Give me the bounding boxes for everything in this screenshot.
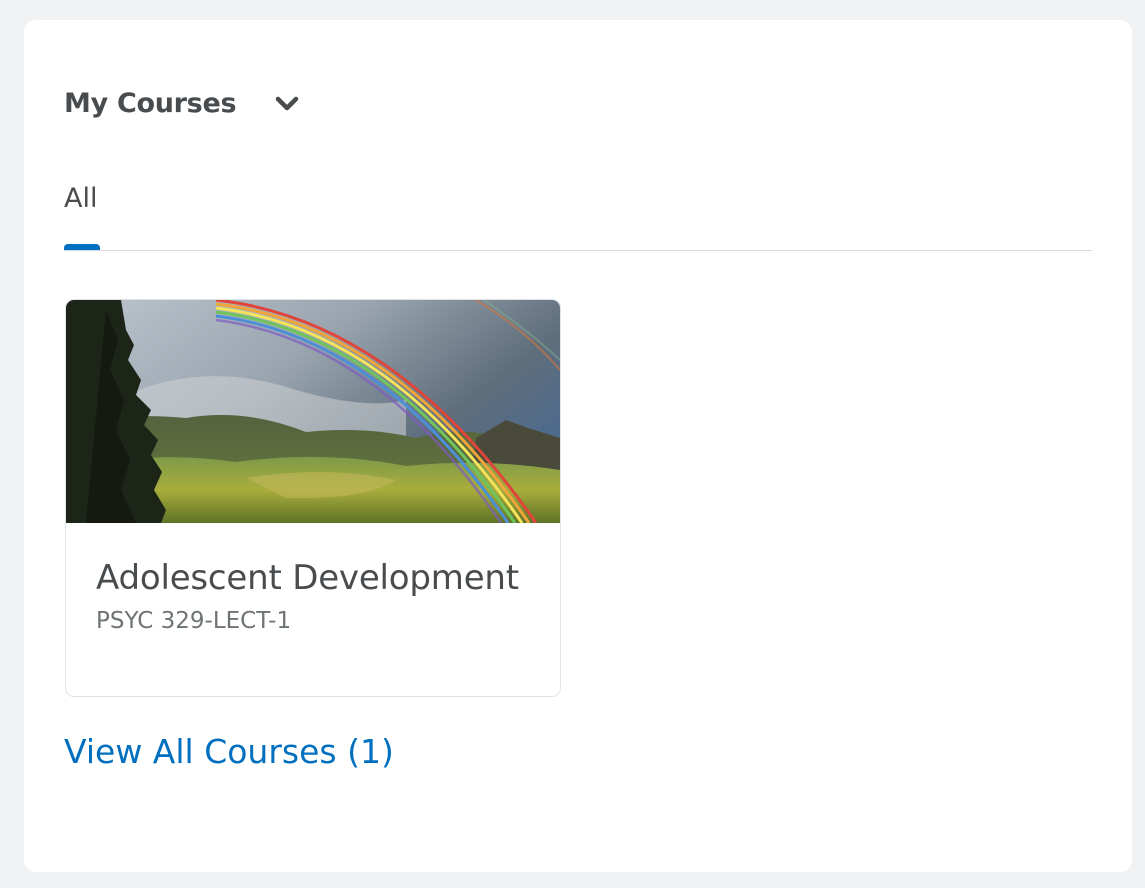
view-all-courses-link[interactable]: View All Courses (1) xyxy=(64,730,394,774)
tab-selected-indicator xyxy=(64,244,100,250)
course-code: PSYC 329-LECT-1 xyxy=(96,608,292,634)
my-courses-header[interactable]: My Courses xyxy=(64,88,300,119)
course-image xyxy=(66,300,560,523)
course-tabs: All xyxy=(64,180,1092,251)
course-name[interactable]: Adolescent Development xyxy=(96,556,519,600)
tab-all[interactable]: All xyxy=(64,180,100,250)
widget-title: My Courses xyxy=(64,88,237,119)
tab-all-label: All xyxy=(64,183,98,214)
course-info: Adolescent Development PSYC 329-LECT-1 xyxy=(96,556,519,636)
course-card[interactable]: Adolescent Development PSYC 329-LECT-1 xyxy=(65,299,561,697)
my-courses-widget: My Courses All Adolescent Development PS… xyxy=(24,20,1132,872)
chevron-down-icon[interactable] xyxy=(274,91,300,117)
